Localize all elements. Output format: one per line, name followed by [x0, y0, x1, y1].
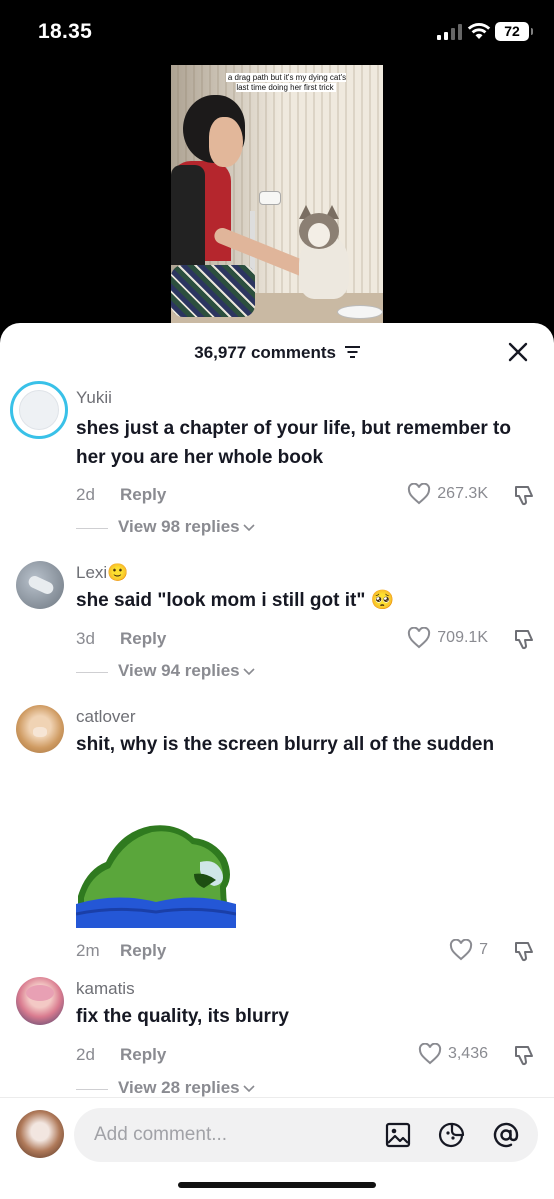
like-count: 267.3K: [437, 485, 488, 502]
reply-button[interactable]: Reply: [120, 485, 166, 505]
comment-count[interactable]: 36,977 comments: [0, 343, 554, 363]
home-indicator: [178, 1182, 376, 1188]
dislike-icon[interactable]: [512, 627, 536, 651]
comment-input-container[interactable]: [74, 1108, 538, 1162]
heart-icon: [408, 483, 431, 505]
wifi-icon: [467, 23, 491, 39]
comment-username[interactable]: catlover: [76, 707, 136, 727]
heart-icon: [449, 939, 473, 961]
comment-text: shit, why is the screen blurry all of th…: [76, 734, 495, 755]
status-time: 18.35: [38, 20, 93, 43]
my-avatar[interactable]: [16, 1110, 64, 1158]
chevron-down-icon: [243, 668, 255, 676]
like-button[interactable]: 709.1K: [407, 627, 488, 649]
close-icon[interactable]: [506, 340, 530, 364]
comment-input[interactable]: [94, 1108, 374, 1162]
comment-meta: 3d Reply 709.1K: [76, 627, 536, 653]
smiley-emoji: 🙂: [107, 563, 129, 582]
comment-username[interactable]: Lexi🙂: [76, 563, 128, 583]
like-count: 3,436: [447, 1045, 488, 1062]
like-button[interactable]: 267.3K: [407, 483, 488, 505]
mention-icon[interactable]: [492, 1121, 520, 1149]
comment-meta: 2d Reply 267.3K: [76, 483, 536, 509]
like-button[interactable]: 3,436: [418, 1043, 488, 1065]
comment-username[interactable]: kamatis: [76, 979, 135, 999]
filter-icon[interactable]: [344, 345, 360, 358]
comment-text: fix the quality, its blurry: [76, 1006, 289, 1027]
avatar[interactable]: [16, 705, 64, 753]
comment-time: 2m: [76, 941, 100, 960]
comment-time: 2d: [76, 1045, 95, 1064]
like-count: 709.1K: [437, 629, 488, 646]
comment-time: 3d: [76, 629, 95, 648]
avatar[interactable]: [16, 977, 64, 1025]
cellular-signal-icon: [437, 24, 462, 40]
dislike-icon[interactable]: [512, 1043, 536, 1067]
status-bar: 18.35 72: [0, 0, 554, 62]
video-thumbnail[interactable]: a drag path but it's my dying cat's last…: [171, 65, 383, 327]
pleading-emoji: 🥺: [370, 590, 395, 611]
heart-icon: [408, 627, 431, 649]
comments-sheet: 36,977 comments Yukii shes just a chapte…: [0, 323, 554, 1199]
comment-meta: 2m Reply 7: [76, 939, 536, 965]
comment-meta: 2d Reply 3,436: [76, 1043, 536, 1069]
reply-button[interactable]: Reply: [120, 629, 166, 649]
avatar[interactable]: [16, 561, 64, 609]
comment-text: she said "look mom i still got it" 🥺: [76, 590, 395, 611]
reply-button[interactable]: Reply: [120, 1045, 166, 1065]
video-caption: a drag path but it's my dying cat's last…: [225, 73, 347, 92]
toilet-paper-holder: [259, 191, 281, 205]
dislike-icon[interactable]: [512, 939, 536, 963]
reply-button[interactable]: Reply: [120, 941, 166, 961]
comment-time: 2d: [76, 485, 95, 504]
comments-header: 36,977 comments: [0, 323, 554, 381]
comment-composer: [0, 1097, 554, 1199]
image-icon[interactable]: [384, 1121, 412, 1149]
chevron-down-icon: [243, 1085, 255, 1093]
emoji-sticker-icon[interactable]: [438, 1121, 466, 1149]
pepe-sticker: [76, 825, 236, 928]
heart-icon: [418, 1043, 442, 1065]
like-button[interactable]: 7: [449, 939, 488, 961]
chevron-down-icon: [243, 524, 255, 532]
like-count: 7: [479, 941, 488, 958]
dislike-icon[interactable]: [512, 483, 536, 507]
battery-indicator: 72: [495, 22, 533, 41]
avatar[interactable]: [10, 381, 68, 439]
comment-username[interactable]: Yukii: [76, 388, 112, 408]
comment-text: shes just a chapter of your life, but re…: [76, 418, 511, 468]
